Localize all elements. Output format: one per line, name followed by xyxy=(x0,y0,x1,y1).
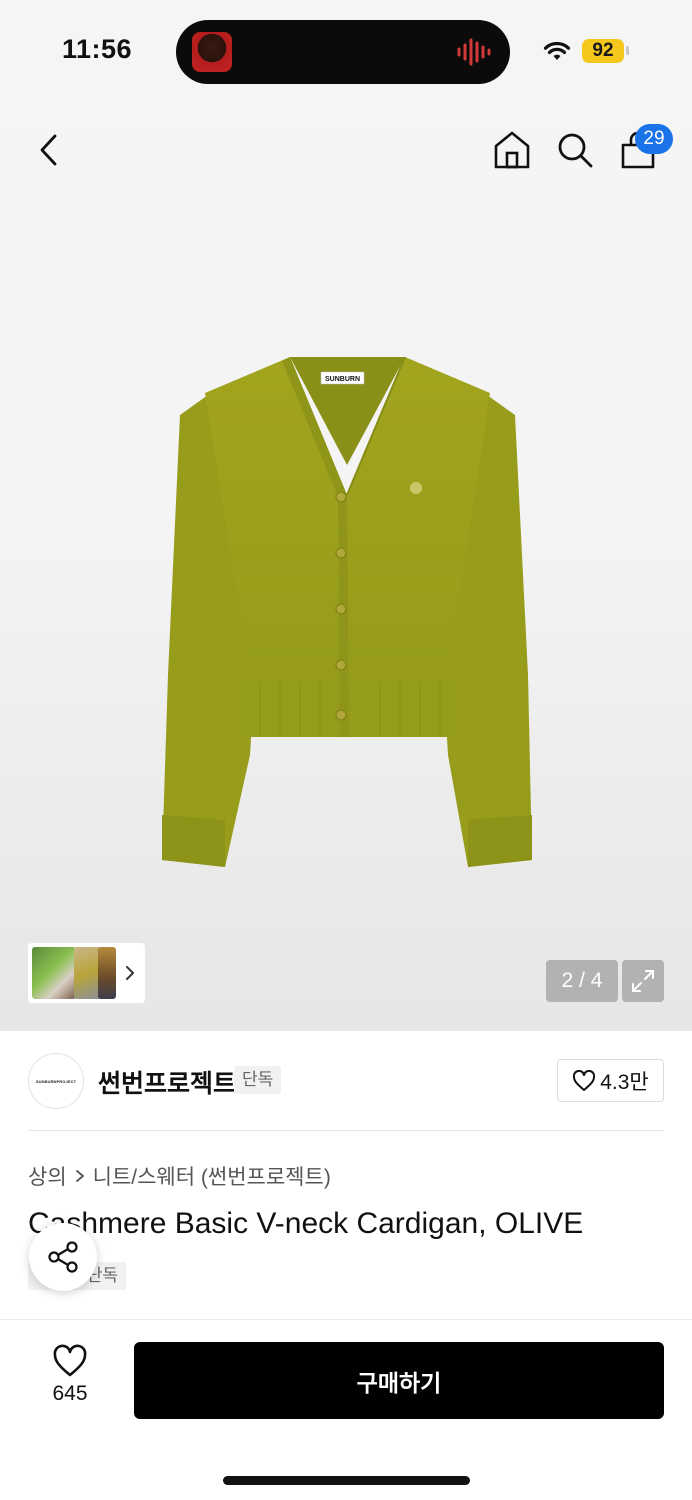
wishlist-button[interactable]: 645 xyxy=(36,1344,104,1414)
brand-like-count: 4.3만 xyxy=(600,1070,649,1094)
exclusive-tag: 단독 xyxy=(234,1066,282,1094)
status-time: 11:56 xyxy=(62,34,133,64)
garment-label: SUNBURN xyxy=(325,376,360,383)
wifi-icon xyxy=(543,41,571,60)
chevron-right-icon xyxy=(75,1170,84,1182)
bottom-bar-divider xyxy=(0,1319,692,1320)
battery-level: 92 xyxy=(582,39,624,63)
cart-count-badge: 29 xyxy=(635,124,673,154)
product-title: Cashmere Basic V-neck Cardigan, OLIVE xyxy=(28,1207,584,1240)
heart-icon xyxy=(573,1069,596,1091)
dynamic-island[interactable] xyxy=(176,20,510,84)
brand-logo[interactable]: SUNBURNPROJECT xyxy=(28,1053,84,1109)
thumbnail-image[interactable] xyxy=(32,947,76,999)
search-button[interactable] xyxy=(552,127,598,173)
wishlist-count: 645 xyxy=(52,1382,88,1405)
back-icon xyxy=(40,134,57,166)
back-button[interactable] xyxy=(26,127,72,173)
buy-button[interactable]: 구매하기 xyxy=(134,1342,664,1419)
home-indicator[interactable] xyxy=(223,1476,470,1485)
thumbnail-image[interactable] xyxy=(98,947,116,999)
audio-waveform-icon xyxy=(457,38,491,66)
page-indicator: 2 / 4 xyxy=(546,960,618,1002)
battery-tip xyxy=(626,46,629,55)
expand-button[interactable] xyxy=(622,960,664,1002)
heart-icon xyxy=(53,1344,87,1377)
now-playing-artwork xyxy=(192,32,232,72)
breadcrumb: 상의 니트/스웨터 (썬번프로젝트) xyxy=(28,1161,331,1191)
brand-like-button[interactable]: 4.3만 xyxy=(557,1059,664,1102)
share-button[interactable] xyxy=(29,1223,97,1291)
home-icon xyxy=(494,131,530,169)
product-gallery[interactable]: 11:56 92 29 SUNBURN 2 / 4 xyxy=(0,0,692,1031)
expand-icon xyxy=(632,970,654,992)
breadcrumb-item[interactable]: 상의 xyxy=(28,1161,67,1191)
search-icon xyxy=(558,133,593,168)
share-icon xyxy=(48,1241,78,1273)
breadcrumb-item[interactable]: 니트/스웨터 (썬번프로젝트) xyxy=(93,1161,331,1191)
divider xyxy=(28,1130,664,1131)
home-button[interactable] xyxy=(489,127,535,173)
thumbnail-strip[interactable] xyxy=(28,943,145,1003)
product-image[interactable]: SUNBURN xyxy=(150,345,545,880)
chevron-right-icon xyxy=(126,966,134,980)
brand-name[interactable]: 썬번프로젝트 xyxy=(98,1064,236,1100)
